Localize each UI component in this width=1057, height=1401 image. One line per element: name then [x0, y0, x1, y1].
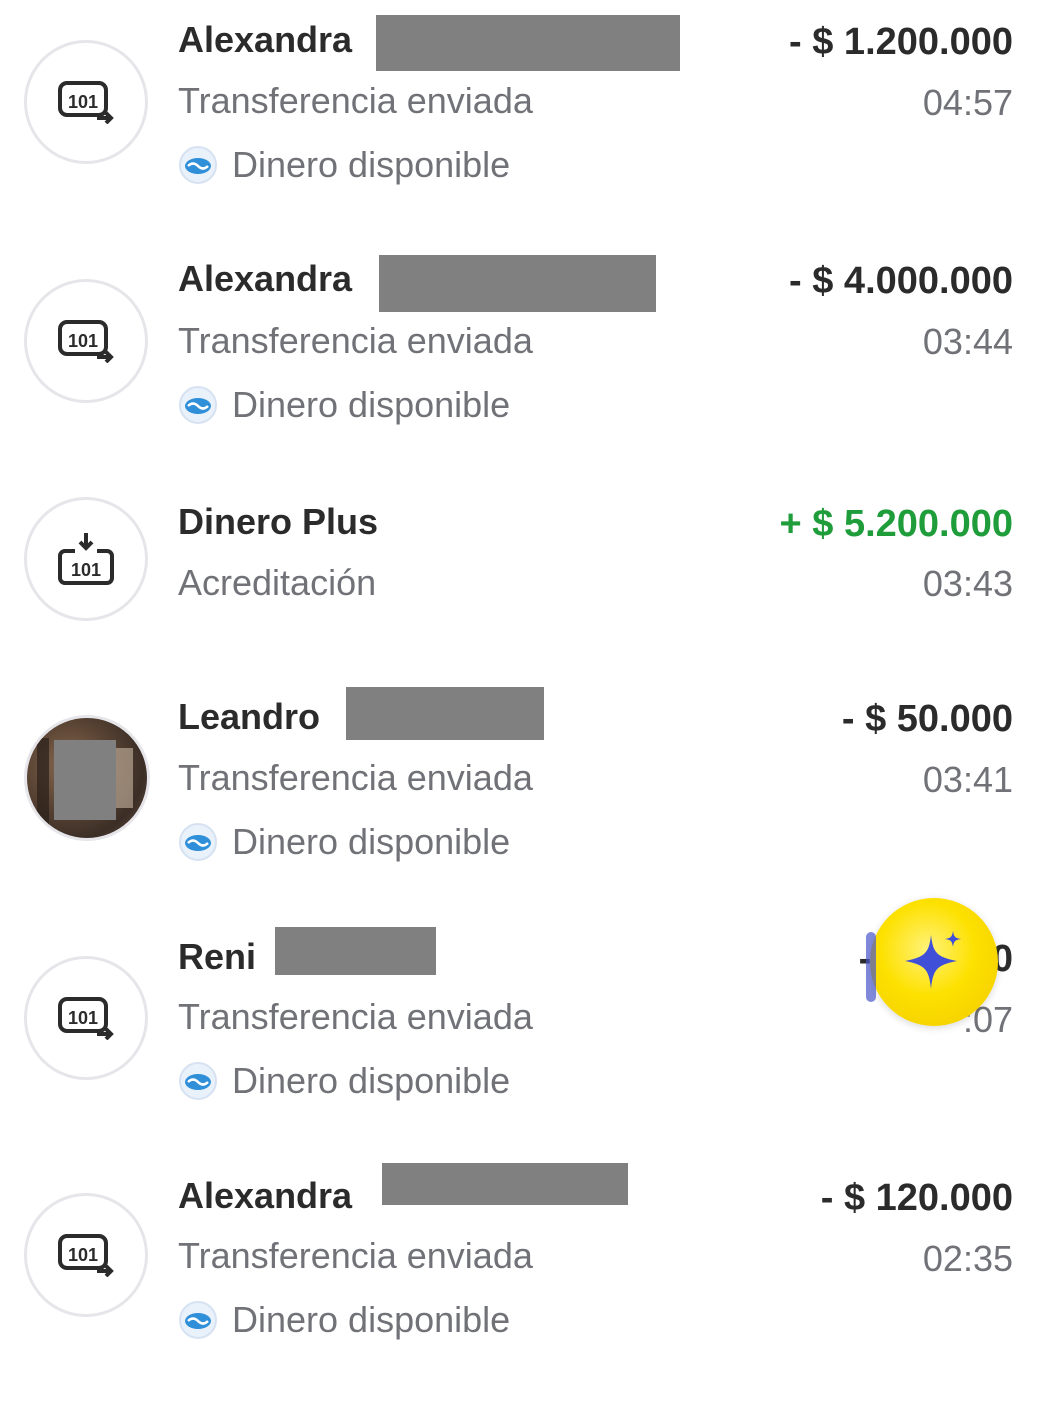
funding-source: Dinero disponible	[178, 143, 510, 187]
transaction-time: 03:43	[922, 563, 1013, 604]
mercado-pago-icon	[179, 823, 217, 861]
funding-source: Dinero disponible	[178, 1059, 510, 1103]
svg-text:101: 101	[68, 1008, 98, 1028]
transaction-amount: - $ 4.000.000	[789, 260, 1013, 302]
transaction-description: Acreditación	[178, 562, 377, 603]
funding-source: Dinero disponible	[178, 1298, 510, 1342]
funding-source: Dinero disponible	[178, 820, 510, 864]
transaction-row[interactable]: Leandro Transferencia enviada Dinero dis…	[0, 670, 1057, 910]
transfer-out-icon: 101	[24, 279, 148, 403]
funding-source-label: Dinero disponible	[232, 144, 511, 185]
transaction-description: Transferencia enviada	[178, 320, 533, 361]
svg-text:101: 101	[68, 92, 98, 112]
transaction-amount: + $ 5.200.000	[779, 503, 1014, 545]
redacted-surname	[346, 687, 544, 740]
transaction-name: Reni	[178, 936, 257, 977]
transaction-time: 03:44	[922, 321, 1013, 362]
svg-text:101: 101	[68, 331, 98, 351]
transaction-name: Dinero Plus	[178, 501, 379, 542]
transfer-out-icon: 101	[24, 956, 148, 1080]
mercado-pago-icon	[179, 1301, 217, 1339]
transaction-name: Alexandra	[178, 258, 353, 299]
assistant-fab-button[interactable]	[866, 898, 998, 1026]
transaction-row[interactable]: 101 Alexandra Transferencia enviada Dine…	[0, 1150, 1057, 1401]
transaction-amount: - $ 50.000	[841, 698, 1013, 740]
mercado-pago-icon	[179, 1062, 217, 1100]
sparkle-icon	[905, 931, 961, 989]
transaction-name: Alexandra	[178, 1175, 353, 1216]
transaction-time: 04:57	[922, 82, 1013, 123]
transaction-description: Transferencia enviada	[178, 80, 533, 121]
redacted-surname	[376, 15, 680, 71]
transaction-time: 03:41	[922, 759, 1013, 800]
redacted-surname	[275, 927, 436, 975]
funding-source-label: Dinero disponible	[232, 1299, 511, 1340]
transaction-amount: - $ 120.000	[820, 1177, 1013, 1219]
funding-source: Dinero disponible	[178, 383, 510, 427]
funding-source-label: Dinero disponible	[232, 821, 511, 862]
redacted-surname	[379, 255, 656, 312]
transaction-description: Transferencia enviada	[178, 1235, 533, 1276]
transaction-row[interactable]: 101 Alexandra Transferencia enviada Dine…	[0, 230, 1057, 470]
transaction-row[interactable]: 101 Dinero Plus Acreditación + $ 5.200.0…	[0, 470, 1057, 670]
funding-source-label: Dinero disponible	[232, 1060, 511, 1101]
redacted-photo	[54, 740, 116, 820]
avatar	[24, 715, 150, 841]
activity-list: 101 Alexandra Transferencia enviada Dine…	[0, 0, 1057, 1401]
deposit-in-icon: 101	[24, 497, 148, 621]
transaction-row[interactable]: 101 Alexandra Transferencia enviada Dine…	[0, 0, 1057, 230]
transaction-description: Transferencia enviada	[178, 996, 533, 1037]
mercado-pago-icon	[179, 386, 217, 424]
transfer-out-icon: 101	[24, 1193, 148, 1317]
transaction-name: Alexandra	[178, 19, 353, 60]
svg-text:101: 101	[68, 1245, 98, 1265]
transaction-name: Leandro	[178, 696, 321, 737]
transaction-time: 02:35	[922, 1238, 1013, 1279]
funding-source-label: Dinero disponible	[232, 384, 511, 425]
transaction-amount: - $ 1.200.000	[789, 21, 1013, 63]
transaction-description: Transferencia enviada	[178, 757, 533, 798]
transfer-out-icon: 101	[24, 40, 148, 164]
mercado-pago-icon	[179, 146, 217, 184]
svg-text:101: 101	[71, 560, 101, 580]
redacted-surname	[382, 1163, 628, 1205]
